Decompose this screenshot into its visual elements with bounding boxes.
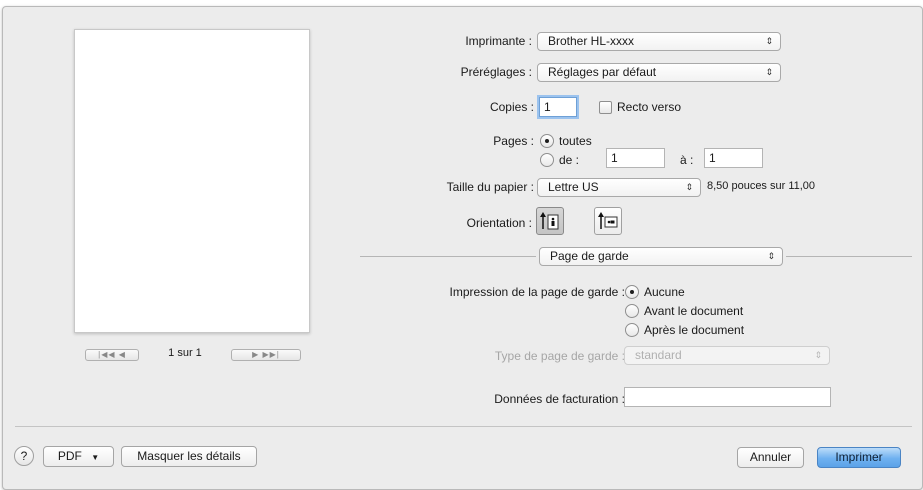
cover-type-value: standard xyxy=(635,348,682,362)
section-select[interactable]: Page de garde ⇕ xyxy=(539,247,783,266)
last-page-icon[interactable]: ▶▶| xyxy=(263,350,280,359)
copies-field[interactable]: 1 xyxy=(539,97,577,117)
next-last-page-buttons[interactable]: ▶ ▶▶| xyxy=(231,349,301,361)
pages-all-label[interactable]: toutes xyxy=(559,134,592,148)
duplex-checkbox[interactable] xyxy=(599,101,612,114)
print-dialog: |◀◀ ◀ 1 sur 1 ▶ ▶▶| Imprimante : Brother… xyxy=(2,6,923,490)
popup-arrows-icon: ⇕ xyxy=(814,350,822,360)
billing-label: Données de facturation : xyxy=(494,392,625,406)
pages-from-field[interactable]: 1 xyxy=(606,148,665,168)
presets-value: Réglages par défaut xyxy=(548,65,657,79)
prev-page-icon[interactable]: ◀ xyxy=(119,350,126,359)
pdf-label: PDF xyxy=(57,449,82,463)
presets-select[interactable]: Réglages par défaut ⇕ xyxy=(537,63,781,82)
pages-to-field[interactable]: 1 xyxy=(704,148,763,168)
cover-after-radio[interactable] xyxy=(625,323,639,337)
section-divider-right xyxy=(786,256,912,257)
pages-range-radio[interactable] xyxy=(540,153,554,167)
page-preview xyxy=(74,29,310,333)
billing-field[interactable] xyxy=(624,387,831,407)
first-prev-page-buttons[interactable]: |◀◀ ◀ xyxy=(85,349,139,361)
cover-type-label: Type de page de garde : xyxy=(494,349,625,363)
printer-value: Brother HL-xxxx xyxy=(548,34,635,48)
cover-none-label[interactable]: Aucune xyxy=(644,285,685,299)
duplex-label[interactable]: Recto verso xyxy=(617,100,681,114)
cover-page-label: Impression de la page de garde : xyxy=(449,285,625,299)
cover-before-label[interactable]: Avant le document xyxy=(644,304,743,318)
hide-details-button[interactable]: Masquer les détails xyxy=(121,446,257,467)
presets-label: Préréglages : xyxy=(460,65,532,79)
paper-dimensions: 8,50 pouces sur 11,00 xyxy=(707,180,816,192)
cover-none-radio[interactable] xyxy=(625,285,639,299)
cancel-button[interactable]: Annuler xyxy=(737,447,804,468)
popup-arrows-icon: ⇕ xyxy=(765,67,773,77)
section-divider-left xyxy=(360,256,536,257)
copies-label: Copies : xyxy=(489,100,534,114)
pages-label: Pages : xyxy=(493,134,534,148)
orientation-label: Orientation : xyxy=(466,216,532,230)
cover-before-radio[interactable] xyxy=(625,304,639,318)
cover-after-label[interactable]: Après le document xyxy=(644,323,744,337)
section-value: Page de garde xyxy=(550,249,629,263)
first-page-icon[interactable]: |◀◀ xyxy=(98,350,115,359)
paper-size-label: Taille du papier : xyxy=(446,180,534,194)
popup-arrows-icon: ⇕ xyxy=(767,251,775,261)
printer-select[interactable]: Brother HL-xxxx ⇕ xyxy=(537,32,781,51)
paper-size-value: Lettre US xyxy=(548,180,599,194)
pages-from-label: de : xyxy=(559,153,580,167)
paper-size-select[interactable]: Lettre US ⇕ xyxy=(537,178,701,197)
footer-divider xyxy=(15,426,912,427)
page-counter: 1 sur 1 xyxy=(168,347,202,359)
help-button[interactable]: ? xyxy=(14,446,34,466)
cover-type-select[interactable]: standard ⇕ xyxy=(624,346,830,365)
pdf-menu-button[interactable]: PDF ▼ xyxy=(43,446,114,467)
portrait-orientation-icon xyxy=(540,212,559,230)
orientation-landscape-button[interactable] xyxy=(594,207,622,235)
help-icon: ? xyxy=(20,449,28,463)
next-page-icon[interactable]: ▶ xyxy=(252,350,259,359)
pages-all-radio[interactable] xyxy=(540,134,554,148)
popup-arrows-icon: ⇕ xyxy=(685,182,693,192)
popup-arrows-icon: ⇕ xyxy=(765,36,773,46)
orientation-portrait-button[interactable] xyxy=(536,207,564,235)
landscape-orientation-icon xyxy=(598,212,618,229)
pages-to-label: à : xyxy=(680,153,694,167)
printer-label: Imprimante : xyxy=(465,34,532,48)
print-button[interactable]: Imprimer xyxy=(817,447,901,468)
chevron-down-icon: ▼ xyxy=(91,453,100,462)
